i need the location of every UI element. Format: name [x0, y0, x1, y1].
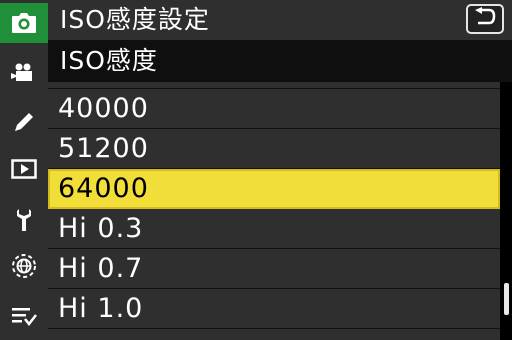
retouch-tab[interactable] — [0, 102, 48, 142]
back-arrow-icon — [474, 7, 496, 31]
iso-option[interactable]: Hi 1.0 — [48, 289, 500, 329]
camera-tab[interactable] — [0, 3, 48, 43]
iso-option[interactable]: Hi 0.3 — [48, 209, 500, 249]
back-button[interactable] — [466, 4, 504, 34]
sidebar — [0, 0, 48, 340]
menu-header: ISO感度設定 — [48, 0, 512, 40]
scrollbar-thumb[interactable] — [504, 283, 509, 315]
wrench-icon — [16, 208, 32, 232]
playback-icon — [11, 159, 37, 179]
iso-option[interactable]: Hi 0.7 — [48, 249, 500, 289]
iso-option-selected[interactable]: 64000 — [48, 169, 500, 209]
iso-option[interactable]: 51200 — [48, 129, 500, 169]
iso-option[interactable]: 40000 — [48, 89, 500, 129]
setting-title: ISO感度 — [60, 46, 158, 75]
page-title: ISO感度設定 — [60, 5, 210, 34]
network-icon — [11, 253, 37, 279]
setting-title-bar: ISO感度 — [48, 40, 512, 82]
iso-value-list: 32000 40000 51200 64000 Hi 0.3 Hi 0.7 Hi… — [48, 82, 500, 340]
setup-tab[interactable] — [0, 200, 48, 240]
my-menu-tab[interactable] — [0, 296, 48, 336]
pencil-icon — [13, 111, 35, 133]
movie-tab[interactable] — [0, 53, 48, 93]
playback-tab[interactable] — [0, 149, 48, 189]
movie-camera-icon — [11, 63, 37, 83]
my-menu-icon — [11, 306, 37, 326]
network-tab[interactable] — [0, 246, 48, 286]
iso-option[interactable]: 32000 — [48, 82, 500, 89]
camera-icon — [11, 12, 37, 34]
